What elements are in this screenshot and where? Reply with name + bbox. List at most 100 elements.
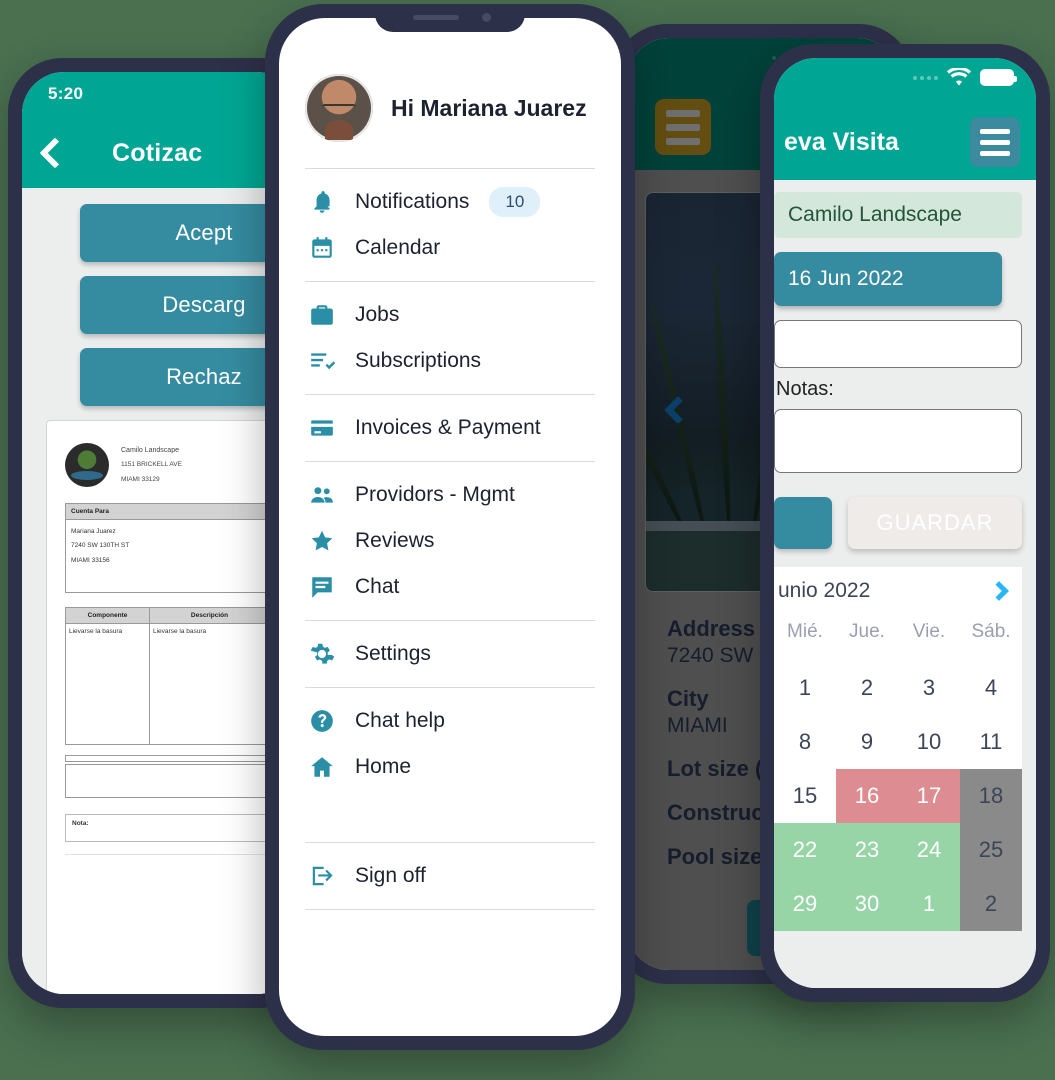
bill-to-city: MIAMI 33156 xyxy=(71,556,110,564)
phone-notch xyxy=(375,4,525,32)
empty-field[interactable] xyxy=(774,320,1022,368)
chevron-right-icon[interactable] xyxy=(989,581,1009,601)
table-header-row: Componente Descripción xyxy=(66,608,269,624)
menu-item-label: Calendar xyxy=(355,236,441,259)
menu-item-label: Chat xyxy=(355,575,400,598)
status-clock: 5:20 xyxy=(48,84,84,103)
gear-icon xyxy=(309,641,335,667)
menu-group: Invoices & Payment xyxy=(305,395,595,461)
bill-to-header: Cuenta Para xyxy=(66,504,269,520)
calendar-day[interactable]: 3 xyxy=(898,661,960,715)
menu-item-reviews[interactable]: Reviews xyxy=(305,518,595,564)
calendar-day[interactable]: 9 xyxy=(836,715,898,769)
people-icon xyxy=(309,482,335,508)
calendar-day[interactable]: 22 xyxy=(774,823,836,877)
chevron-left-icon xyxy=(39,137,71,169)
menu-group: Jobs Subscriptions xyxy=(305,282,595,394)
phone-menu: Hi Mariana Juarez Notifications 10 Calenda… xyxy=(265,4,635,1050)
calendar-day[interactable]: 11 xyxy=(960,715,1022,769)
calendar-day[interactable]: 2 xyxy=(836,661,898,715)
signal-dots-icon xyxy=(913,75,938,80)
totals-divider xyxy=(65,755,270,762)
calendar-days: 1 2 3 4 8 9 10 11 15 16 17 18 22 23 24 25 29 30 1 2 xyxy=(774,661,1022,931)
credit-card-icon xyxy=(309,415,335,441)
status-bar: 5:20 xyxy=(22,72,299,118)
phone-visit-screen: eva Visita Camilo Landscape 16 Jun 2022 … xyxy=(774,58,1036,988)
menu-item-sign-off[interactable]: Sign off xyxy=(305,853,595,899)
components-table: Componente Descripción Lievarse la basur… xyxy=(65,607,270,745)
calendar-header: unio 2022 xyxy=(774,579,1022,617)
menu-item-subscriptions[interactable]: Subscriptions xyxy=(305,338,595,384)
subscriptions-icon xyxy=(309,348,335,374)
menu-item-label: Jobs xyxy=(355,303,400,326)
day-header: Vie. xyxy=(912,621,946,642)
menu-item-label: Providors - Mgmt xyxy=(355,483,515,506)
menu-divider xyxy=(305,909,595,910)
calendar-month-label: unio 2022 xyxy=(778,579,871,602)
menu-item-jobs[interactable]: Jobs xyxy=(305,292,595,338)
quote-document-preview[interactable]: Camilo Landscape 1151 BRICKELL AVE MIAMI… xyxy=(46,420,289,994)
menu-item-label: Home xyxy=(355,755,412,778)
calendar-day[interactable]: 29 xyxy=(774,877,836,931)
visit-body: Camilo Landscape 16 Jun 2022 Notas: GUAR… xyxy=(774,180,1036,988)
calendar-day[interactable]: 1 xyxy=(898,877,960,931)
hamburger-icon[interactable] xyxy=(655,99,711,155)
calendar-day[interactable]: 25 xyxy=(960,823,1022,877)
home-icon xyxy=(309,754,335,780)
star-icon xyxy=(309,528,335,554)
day-header: Jue. xyxy=(849,621,885,642)
save-button[interactable]: GUARDAR xyxy=(848,497,1022,549)
chevron-left-icon[interactable] xyxy=(663,395,693,425)
menu-item-providors-mgmt[interactable]: Providors - Mgmt xyxy=(305,472,595,518)
menu-user-header[interactable]: Hi Mariana Juarez xyxy=(305,74,595,168)
menu-item-calendar[interactable]: Calendar xyxy=(305,225,595,271)
menu-item-label: Chat help xyxy=(355,709,445,732)
help-circle-icon xyxy=(309,708,335,734)
calendar-footer xyxy=(774,931,1022,951)
calendar-day[interactable]: 4 xyxy=(960,661,1022,715)
notes-label: Notas: xyxy=(776,378,834,400)
menu-item-chat-help[interactable]: Chat help xyxy=(305,698,595,744)
calendar-day[interactable]: 16 xyxy=(836,769,898,823)
hamburger-icon[interactable] xyxy=(970,117,1020,167)
calendar-day[interactable]: 8 xyxy=(774,715,836,769)
quote-body: Acept Descarg Rechaz Camilo Landscape 11… xyxy=(22,188,299,994)
document-rule xyxy=(65,854,270,855)
calendar-day[interactable]: 23 xyxy=(836,823,898,877)
calendar-day[interactable]: 10 xyxy=(898,715,960,769)
menu-item-settings[interactable]: Settings xyxy=(305,631,595,677)
calendar-widget: unio 2022 Mié. Jue. Vie. Sáb. 1 2 3 4 8 9 10 11… xyxy=(774,567,1022,951)
phone-visit: eva Visita Camilo Landscape 16 Jun 2022 … xyxy=(760,44,1050,1002)
notification-badge: 10 xyxy=(489,187,541,217)
menu-item-invoices-payment[interactable]: Invoices & Payment xyxy=(305,405,595,451)
calendar-day[interactable]: 2 xyxy=(960,877,1022,931)
menu-group: Settings xyxy=(305,621,595,687)
back-button[interactable] xyxy=(22,137,71,169)
company-field[interactable]: Camilo Landscape xyxy=(774,192,1022,238)
visit-secondary-button[interactable] xyxy=(774,497,832,549)
calendar-day[interactable]: 1 xyxy=(774,661,836,715)
calendar-day[interactable]: 15 xyxy=(774,769,836,823)
menu-item-notifications[interactable]: Notifications 10 xyxy=(305,179,595,225)
status-icons xyxy=(913,68,1017,87)
menu-item-label: Sign off xyxy=(355,864,426,887)
phone-quote-screen: 5:20 Cotizac Acept Descarg Rechaz Camilo… xyxy=(22,72,299,994)
page-title: Cotizac xyxy=(112,138,203,167)
calendar-day[interactable]: 30 xyxy=(836,877,898,931)
company-address: 1151 BRICKELL AVE xyxy=(121,461,182,469)
wifi-icon xyxy=(947,68,971,86)
menu-group: Notifications 10 Calendar xyxy=(305,169,595,281)
status-bar xyxy=(774,58,1036,104)
chat-bubble-icon xyxy=(309,574,335,600)
notes-textarea[interactable] xyxy=(774,409,1022,473)
screenshot-stage: 5:20 Cotizac Acept Descarg Rechaz Camilo… xyxy=(0,0,1055,1080)
menu-item-home[interactable]: Home xyxy=(305,744,595,790)
calendar-day[interactable]: 18 xyxy=(960,769,1022,823)
date-field[interactable]: 16 Jun 2022 xyxy=(774,252,1003,306)
camera-icon xyxy=(482,13,491,22)
calendar-day[interactable]: 24 xyxy=(898,823,960,877)
calendar-day[interactable]: 17 xyxy=(898,769,960,823)
menu-item-chat[interactable]: Chat xyxy=(305,564,595,610)
page-title: eva Visita xyxy=(784,127,899,156)
bill-to-address: 7240 SW 130TH ST xyxy=(71,542,130,550)
